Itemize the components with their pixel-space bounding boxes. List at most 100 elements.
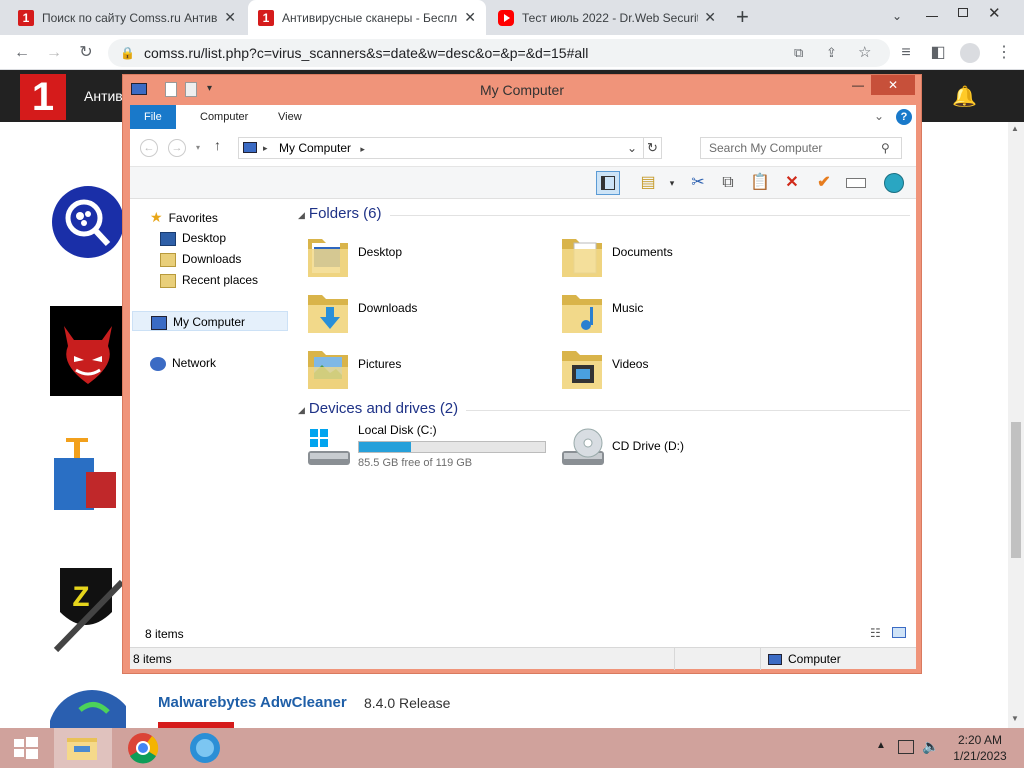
tab-comss-search[interactable]: 1 Поиск по сайту Comss.ru Антив ✕ [8,0,246,35]
tab-file[interactable]: File [130,105,176,129]
preview-pane-icon[interactable] [596,171,620,195]
tab-antivirus-scanners[interactable]: 1 Антивирусные сканеры - Беспл ✕ [248,0,486,35]
folder-item-music[interactable]: Music [560,285,780,339]
rename-field-icon[interactable] [844,171,868,195]
details-view-icon[interactable]: ☷ [870,626,881,640]
scanner-magnifier-icon[interactable] [50,178,126,268]
minimize-browser-button[interactable] [920,6,944,26]
delete-x-icon[interactable]: ✕ [780,171,804,195]
close-tab-icon[interactable]: ✕ [464,9,476,26]
share-icon[interactable]: ⇪ [826,39,837,67]
bookmark-star-icon[interactable]: ☆ [858,39,871,67]
copy-icon[interactable]: ⧉ [716,171,740,195]
tab-drweb-test[interactable]: Тест июль 2022 - Dr.Web Securit ✕ [488,0,726,35]
site-logo[interactable]: 1 [20,74,66,120]
address-row: ← → ▾ ↑ ▸ My Computer ▸ ⌄ ↻ Search My Co… [130,129,916,167]
up-arrow-icon[interactable]: ↑ [214,137,221,153]
close-tab-icon[interactable]: ✕ [704,9,716,26]
scroll-up-arrow-icon[interactable]: ▲ [1011,124,1019,133]
window-minimize-button[interactable]: — [843,75,873,95]
network-globe-icon[interactable] [882,171,906,195]
new-tab-button[interactable]: + [736,4,749,30]
command-bar: ▤ ▾ ✂ ⧉ 📋 ✕ ✔ [130,167,916,199]
breadcrumb-separator-icon[interactable]: ▸ [360,144,365,154]
tab-view[interactable]: View [264,105,316,129]
nav-my-computer[interactable]: My Computer [132,311,288,331]
search-icon[interactable]: ⚲ [881,138,890,158]
collapse-arrow-icon[interactable]: ◢ [298,405,305,415]
translate-icon[interactable]: ⧉ [794,39,803,67]
folder-item-downloads[interactable]: Downloads [306,285,526,339]
cut-scissors-icon[interactable]: ✂ [686,171,710,195]
taskbar-chrome[interactable] [114,728,172,768]
tab-computer[interactable]: Computer [186,105,262,129]
confirm-check-icon[interactable]: ✔ [812,171,836,195]
nav-recent-places[interactable]: Recent places [160,270,258,290]
tab-search-chevron-icon[interactable]: ⌄ [892,9,902,23]
forward-arrow-icon[interactable]: → [168,139,186,157]
address-dropdown-chevron-icon[interactable]: ⌄ [627,138,637,158]
address-bar[interactable]: 🔒 comss.ru/list.php?c=virus_scanners&s=d… [108,39,890,67]
site-nav-text[interactable]: Антив [84,88,123,104]
close-tab-icon[interactable]: ✕ [224,9,236,26]
window-close-button[interactable]: ✕ [871,75,915,95]
tab-title: Поиск по сайту Comss.ru Антив [42,10,218,25]
back-arrow-icon[interactable]: ← [10,41,34,65]
toolbox-tnt-icon[interactable] [50,432,126,522]
reading-list-icon[interactable]: ≡ [894,41,918,65]
help-icon[interactable]: ? [896,109,912,125]
window-titlebar[interactable]: ▾ My Computer — ▢ ✕ [123,75,921,105]
clamav-devil-icon[interactable] [50,306,126,396]
profile-avatar-icon[interactable] [960,43,980,63]
group-drives-header[interactable]: ◢ Devices and drives (2) [298,400,910,417]
nav-favorites[interactable]: ★ Favorites [150,207,218,227]
folder-item-documents[interactable]: Documents [560,229,780,283]
browser-globe-icon [190,733,220,763]
nav-downloads[interactable]: Downloads [160,249,241,269]
folder-item-pictures[interactable]: Pictures [306,341,526,395]
address-breadcrumb[interactable]: ▸ My Computer ▸ ⌄ ↻ [238,137,662,159]
forward-arrow-icon[interactable]: → [42,41,66,65]
breadcrumb-item[interactable]: My Computer [279,141,351,155]
star-icon: ★ [150,209,163,225]
bell-icon[interactable]: 🔔 [952,84,977,109]
group-folders-header[interactable]: ◢ Folders (6) [298,205,910,222]
z-shield-sword-icon[interactable]: Z [50,562,126,653]
side-panel-icon[interactable]: ◧ [926,41,950,65]
taskbar-browser[interactable] [176,728,234,768]
ribbon-expand-chevron-icon[interactable]: ⌄ [874,109,884,123]
program-title-link[interactable]: Malwarebytes AdwCleaner [158,694,347,711]
window-title: My Computer [479,82,565,98]
properties-checklist-icon[interactable]: ▤ [636,171,660,195]
volume-icon[interactable]: 🔈 [922,738,939,755]
refresh-icon[interactable]: ↻ [647,138,658,158]
back-arrow-icon[interactable]: ← [140,139,158,157]
nav-desktop[interactable]: Desktop [160,228,226,248]
collapse-arrow-icon[interactable]: ◢ [298,210,305,220]
reload-icon[interactable]: ↻ [74,41,98,65]
adwcleaner-icon[interactable] [50,690,126,728]
breadcrumb-separator-icon[interactable]: ▸ [263,138,268,158]
drive-item-d[interactable]: CD Drive (D:) [560,421,780,475]
properties-dropdown-icon[interactable]: ▾ [660,171,684,195]
scroll-down-arrow-icon[interactable]: ▼ [1011,714,1019,723]
show-hidden-icons-chevron-icon[interactable]: ▲ [876,740,886,751]
page-scrollbar-thumb[interactable] [1011,422,1021,558]
taskbar-file-explorer[interactable] [54,728,112,768]
folder-item-videos[interactable]: Videos [560,341,780,395]
recent-locations-chevron-icon[interactable]: ▾ [196,143,200,152]
large-icons-view-icon[interactable] [892,627,906,638]
group-divider [390,215,910,216]
drive-item-c[interactable]: Local Disk (C:) 85.5 GB free of 119 GB [306,421,556,475]
close-browser-button[interactable]: ✕ [988,4,1001,22]
taskbar-clock[interactable]: 2:20 AM 1/21/2023 [948,732,1012,764]
search-box[interactable]: Search My Computer ⚲ [700,137,902,159]
start-button[interactable] [0,728,58,768]
menu-dots-icon[interactable]: ⋮ [992,41,1016,65]
restore-browser-button[interactable] [952,4,976,24]
paste-clipboard-icon[interactable]: 📋 [748,171,772,195]
folder-item-desktop[interactable]: Desktop [306,229,526,283]
nav-network[interactable]: Network [150,353,216,373]
url-text: comss.ru/list.php?c=virus_scanners&s=dat… [144,45,589,61]
network-tray-icon[interactable] [898,740,914,754]
